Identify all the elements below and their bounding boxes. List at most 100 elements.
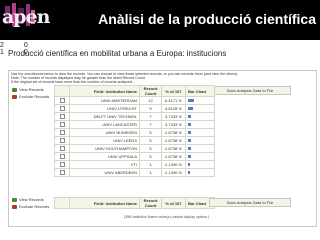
record-percent: 3.7433 %	[161, 120, 186, 129]
page-title: Anàlisi de la producció científica	[98, 11, 316, 27]
save-analysis-button-top[interactable]: Save Analysis Data to File	[209, 86, 291, 95]
row-checkbox[interactable]	[54, 128, 70, 137]
checkbox-icon	[59, 97, 65, 103]
checkbox-icon	[59, 129, 65, 135]
table-row: UNIV ABERDEEN 4 2.1390 %	[54, 168, 215, 177]
bar-cell	[185, 136, 215, 145]
exclude-records-label: Exclude Records	[19, 204, 50, 209]
exclude-records-button-top[interactable]: Exclude Records	[12, 94, 50, 100]
bar-cell	[185, 104, 215, 113]
checkbox-icon	[59, 113, 65, 119]
bar-cell	[185, 152, 215, 161]
results-table-footer-header: Field: Institution Name Record Count % o…	[54, 197, 215, 209]
record-percent: 2.6738 %	[161, 136, 186, 145]
record-percent: 2.6738 %	[161, 144, 186, 153]
checkbox-icon	[59, 137, 65, 143]
institution-name: UNIV UPPSALA	[69, 152, 140, 161]
logo: apen	[0, 0, 50, 40]
record-percent: 2.6738 %	[161, 128, 186, 137]
row-checkbox[interactable]	[54, 168, 70, 177]
institution-name: UNIV ABERDEEN	[69, 168, 140, 177]
record-count: 5	[139, 144, 162, 153]
checkbox-icon	[59, 145, 65, 151]
table-header-row: Field: Institution Name Record Count % o…	[54, 197, 215, 209]
bar-fill	[188, 131, 191, 135]
record-count: 5	[139, 128, 162, 137]
row-checkbox[interactable]	[54, 160, 70, 169]
bar-fill	[188, 171, 190, 175]
table-row: VTI 4 2.1390 %	[54, 160, 215, 169]
exclude-icon	[12, 94, 17, 99]
record-percent: 2.1390 %	[161, 160, 186, 169]
institution-name: UNIV LEEDS	[69, 136, 140, 145]
select-column-header	[54, 197, 70, 209]
bar-cell	[185, 120, 215, 129]
view-records-label: View Records	[19, 87, 44, 92]
exclude-records-button-bottom[interactable]: Exclude Records	[12, 204, 50, 210]
footnote: (358 Institution Name value(s) outside d…	[124, 215, 210, 219]
record-percent: 2.6738 %	[161, 152, 186, 161]
row-checkbox[interactable]	[54, 96, 70, 105]
count-column-header: Record Count	[139, 85, 162, 97]
slide-subtitle: Producció científica en mobilitat urbana…	[8, 49, 227, 58]
institution-name: UNIV AMSTERDAM	[69, 96, 140, 105]
record-count: 4	[139, 160, 162, 169]
table-row: DELFT UNIV TECHNOL 7 3.7433 %	[54, 112, 215, 121]
bar-fill	[188, 147, 191, 151]
analysis-screenshot: Use the checkboxes below to view the rec…	[8, 70, 317, 227]
bar-cell	[185, 144, 215, 153]
bar-cell	[185, 96, 215, 105]
record-percent: 2.1390 %	[161, 168, 186, 177]
bar-cell	[185, 112, 215, 121]
institution-name: UNIV LANCASTER	[69, 120, 140, 129]
row-checkbox[interactable]	[54, 120, 70, 129]
bar-column-header: Bar Chart	[185, 85, 215, 97]
bar-fill	[188, 155, 191, 159]
row-checkbox[interactable]	[54, 152, 70, 161]
institution-name: UNIV NIJMEGEN	[69, 128, 140, 137]
bar-fill	[188, 107, 193, 111]
bar-fill	[188, 115, 191, 119]
row-checkbox[interactable]	[54, 104, 70, 113]
checkbox-icon	[59, 169, 65, 175]
bar-fill	[188, 163, 190, 167]
field-column-header: Field: Institution Name	[69, 85, 140, 97]
record-percent: 4.8128 %	[161, 104, 186, 113]
view-records-button-top[interactable]: View Records	[12, 87, 50, 93]
row-checkbox[interactable]	[54, 136, 70, 145]
pct-column-header: % of 167	[161, 197, 186, 209]
bar-fill	[188, 123, 191, 127]
record-count: 12	[139, 96, 162, 105]
record-count: 5	[139, 136, 162, 145]
table-row: UNIV AMSTERDAM 12 6.4171 %	[54, 96, 215, 105]
table-row: UNIV SOUTHAMPTON 5 2.6738 %	[54, 144, 215, 153]
row-checkbox[interactable]	[54, 144, 70, 153]
bar-fill	[188, 139, 191, 143]
bar-fill	[188, 99, 194, 103]
results-table: Field: Institution Name Record Count % o…	[54, 85, 215, 177]
table-row: UNIV LEEDS 5 2.6738 %	[54, 136, 215, 145]
bar-cell	[185, 160, 215, 169]
institution-name: DELFT UNIV TECHNOL	[69, 112, 140, 121]
view-records-label: View Records	[19, 197, 44, 202]
record-percent: 6.4171 %	[161, 96, 186, 105]
checkbox-icon	[59, 153, 65, 159]
pct-column-header: % of 167	[161, 85, 186, 97]
institution-name: UNIV SOUTHAMPTON	[69, 144, 140, 153]
exclude-icon	[12, 204, 17, 209]
bar-cell	[185, 128, 215, 137]
row-checkbox[interactable]	[54, 112, 70, 121]
table-row: UNIV LANCASTER 7 3.7433 %	[54, 120, 215, 129]
count-column-header: Record Count	[139, 197, 162, 209]
checkbox-icon	[59, 105, 65, 111]
table-row: UNIV NIJMEGEN 5 2.6738 %	[54, 128, 215, 137]
save-analysis-button-bottom[interactable]: Save Analysis Data to File	[209, 198, 291, 207]
view-records-button-bottom[interactable]: View Records	[12, 197, 50, 203]
record-count: 9	[139, 104, 162, 113]
record-percent: 3.7433 %	[161, 112, 186, 121]
bar-cell	[185, 168, 215, 177]
record-count: 4	[139, 168, 162, 177]
institution-name: VTI	[69, 160, 140, 169]
checkbox-icon	[59, 161, 65, 167]
record-count: 7	[139, 112, 162, 121]
